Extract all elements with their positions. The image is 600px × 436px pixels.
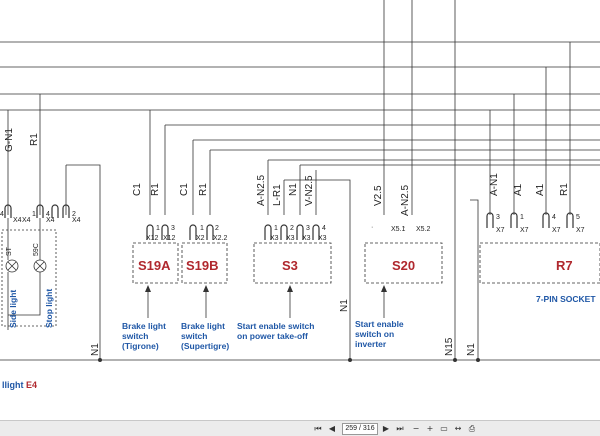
arrowheads (145, 285, 387, 292)
s19b-pin-1-conn: X2 (196, 235, 205, 242)
wire-label-g-n1: G-N1 (4, 128, 15, 152)
s19b-wire-r1: R1 (198, 183, 209, 196)
s3-pin-2-conn: X3 (286, 235, 295, 242)
r7-name: R7 (556, 258, 573, 273)
s20-desc-3: inverter (355, 339, 387, 349)
s20-wire-v2-5: V2.5 (373, 185, 384, 206)
e4-pin-2-num: 1 (32, 211, 36, 218)
s3-pin-3-conn: X3 (302, 235, 311, 242)
pdf-viewer-toolbar: ⏮ ◀ ▶ ⏭ − + ▭ ↔ ⎙ (0, 420, 600, 436)
s3-wire-n1: N1 (288, 183, 299, 196)
s20-pin-2-dot: · (403, 224, 405, 231)
s20-wire-a-n2-5: A-N2.5 (400, 184, 411, 216)
s19b-desc-2: switch (181, 331, 207, 341)
s19b-wire-c1: C1 (179, 183, 190, 196)
print-icon[interactable]: ⎙ (466, 423, 478, 434)
lamp-59c-label: 59C (33, 243, 40, 256)
s19a-pin-1-conn: X12 (146, 235, 159, 242)
s19a-wire-r1: R1 (150, 183, 161, 196)
zoom-out-icon[interactable]: − (410, 423, 422, 434)
e4-pin-1-num: 4 (0, 211, 4, 218)
s19b-pin-2-num: 2 (215, 225, 219, 232)
s19a-name: S19A (138, 258, 171, 273)
s3-desc-2: on power take-off (237, 331, 308, 341)
e4-pin-4-conn: X4 (72, 217, 81, 224)
s3-pin-4-conn: X3 (318, 235, 327, 242)
next-page-icon[interactable]: ▶ (380, 423, 392, 434)
last-page-icon[interactable]: ⏭ (394, 423, 406, 434)
lamp-st-label: ST (6, 246, 13, 256)
s19b-pin-1-num: 1 (200, 225, 204, 232)
s3-pin-1-num: 1 (274, 225, 278, 232)
r7-pin-4-conn: X7 (576, 227, 585, 234)
s19a-pin-1-num: 1 (156, 225, 160, 232)
s19b-desc-3: (Supertigre) (181, 341, 229, 351)
s19a-desc-2: switch (122, 331, 148, 341)
r7-wire-a1-2: A1 (535, 183, 546, 196)
s20-desc-2: switch on (355, 329, 394, 339)
r7-pin-1-conn: X7 (496, 227, 505, 234)
r7-pin-3-num: 4 (552, 214, 556, 221)
ground-label-n1-left: N1 (90, 343, 101, 356)
s19b-name: S19B (186, 258, 219, 273)
wiring-schematic: G-N1 R1 4 X4 1 X4 4 X4 2 X4 ST 59C Side … (0, 0, 600, 390)
fit-width-icon[interactable]: ↔ (452, 423, 464, 434)
s20-name: S20 (392, 258, 415, 273)
s19a-wire-c1: C1 (132, 183, 143, 196)
zoom-in-icon[interactable]: + (424, 423, 436, 434)
wires (0, 0, 600, 361)
s19a-desc-1: Brake light (122, 321, 166, 331)
ground-label-n15: N15 (444, 337, 455, 356)
e4-pin-3-conn: X4 (46, 217, 55, 224)
e4-pin-1-conn: X4 (13, 217, 22, 224)
s3-wire-a-n2-5: A-N2.5 (256, 174, 267, 206)
r7-pin-2-conn: X7 (520, 227, 529, 234)
s3-name: S3 (282, 258, 298, 273)
fit-page-icon[interactable]: ▭ (438, 423, 450, 434)
s20-desc-1: Start enable (355, 319, 404, 329)
r7-wire-a-n1: A-N1 (489, 173, 500, 196)
first-page-icon[interactable]: ⏮ (312, 423, 324, 434)
s19a-desc-3: (Tigrone) (122, 341, 159, 351)
s3-pin-4-num: 4 (322, 225, 326, 232)
r7-box (479, 242, 600, 284)
r7-wire-a1-1: A1 (513, 183, 524, 196)
s3-wire-l-r1: L-R1 (272, 184, 283, 206)
ground-label-n1-mid: N1 (339, 299, 350, 312)
s19a-pin-2-conn: X12 (163, 235, 176, 242)
s20-pin-2-conn: X5.2 (416, 226, 431, 233)
s3-desc-1: Start enable switch (237, 321, 314, 331)
e4-bottom-label: llight E4 (2, 380, 37, 390)
s3-pin-1-conn: X3 (270, 235, 279, 242)
s3-wire-v-n2-5: V-N2.5 (304, 175, 315, 206)
s20-pin-1-dot: · (371, 224, 373, 231)
r7-pin-1-num: 3 (496, 214, 500, 221)
r7-desc: 7-PIN SOCKET (536, 294, 596, 304)
r7-pin-4-num: 5 (576, 214, 580, 221)
s19a-pin-2-num: 3 (171, 225, 175, 232)
ground-label-n1-right: N1 (466, 343, 477, 356)
s3-pin-3-num: 3 (306, 225, 310, 232)
r7-pin-2-num: 1 (520, 214, 524, 221)
e4-pin-2-conn: X4 (22, 217, 31, 224)
s19b-pin-2-conn: X2.2 (213, 235, 228, 242)
r7-wire-r1: R1 (559, 183, 570, 196)
page-number-input[interactable] (342, 423, 378, 435)
side-light-label: Side light (8, 290, 18, 328)
prev-page-icon[interactable]: ◀ (326, 423, 338, 434)
wire-label-r1: R1 (29, 133, 40, 146)
s3-pin-2-num: 2 (290, 225, 294, 232)
r7-pin-3-conn: X7 (552, 227, 561, 234)
stop-light-label: Stop light (44, 289, 54, 328)
s19b-desc-1: Brake light (181, 321, 225, 331)
